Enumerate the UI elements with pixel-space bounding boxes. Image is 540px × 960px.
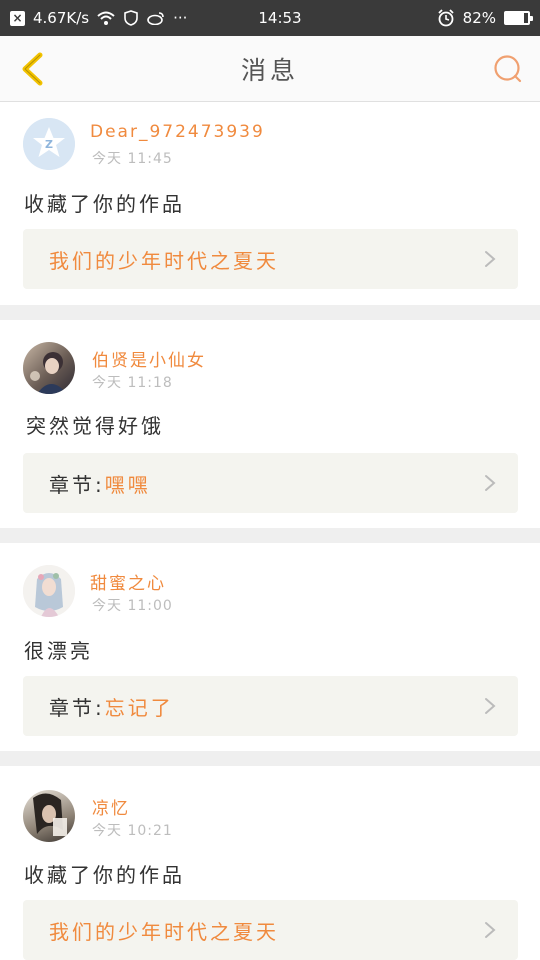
battery-icon	[504, 11, 533, 25]
status-bar: × 4.67K/s ··· 14:53 82%	[0, 0, 540, 36]
work-link[interactable]: 我们的少年时代之夏天	[23, 229, 518, 289]
avatar[interactable]	[23, 565, 75, 617]
avatar[interactable]	[23, 342, 75, 394]
status-right: 82%	[437, 9, 533, 27]
alarm-icon	[438, 9, 454, 27]
notification-close-icon: ×	[10, 10, 25, 26]
chevron-right-icon	[485, 922, 496, 938]
timestamp: 今天 11:00	[92, 598, 173, 614]
chevron-right-icon	[485, 251, 496, 267]
back-button[interactable]	[14, 50, 50, 88]
timestamp: 今天 11:45	[92, 151, 173, 167]
ref-prefix: 章节:	[49, 695, 105, 720]
chevron-right-icon	[485, 698, 496, 714]
user-avatar-image	[23, 565, 75, 617]
message-card: 凉忆 今天 10:21 收藏了你的作品 我们的少年时代之夏天	[0, 766, 540, 960]
battery-fill	[506, 13, 525, 23]
message-text: 很漂亮	[24, 639, 93, 663]
user-avatar-image	[33, 793, 67, 836]
weibo-icon	[147, 12, 164, 25]
timestamp: 今天 11:18	[92, 375, 173, 391]
ref-title: 我们的少年时代之夏天	[49, 919, 279, 944]
avatar[interactable]	[23, 790, 75, 842]
top-nav-bar: 消息	[0, 36, 540, 102]
username[interactable]: 伯贤是小仙女	[92, 346, 206, 371]
status-time: 14:53	[258, 9, 302, 27]
shield-icon	[124, 10, 138, 26]
message-text: 突然觉得好饿	[26, 414, 164, 438]
ref-title: 忘记了	[104, 695, 174, 720]
search-button[interactable]	[490, 50, 526, 88]
status-left: × 4.67K/s ···	[10, 9, 220, 27]
username[interactable]: 甜蜜之心	[90, 569, 166, 594]
wifi-icon	[97, 11, 115, 25]
message-card: 伯贤是小仙女 今天 11:18 突然觉得好饿 章节: 嘿嘿	[0, 320, 540, 528]
svg-text:Z: Z	[45, 138, 53, 151]
message-text: 收藏了你的作品	[24, 863, 185, 887]
chevron-right-icon	[485, 475, 496, 491]
ref-prefix: 章节:	[49, 472, 105, 497]
ref-title: 嘿嘿	[104, 472, 151, 497]
user-avatar-image	[30, 352, 67, 394]
message-card: Z Dear_972473939 今天 11:45 收藏了你的作品 我们的少年时…	[0, 102, 540, 305]
message-text: 收藏了你的作品	[24, 192, 185, 216]
page-title: 消息	[240, 55, 299, 85]
message-card: 甜蜜之心 今天 11:00 很漂亮 章节: 忘记了	[0, 543, 540, 751]
ref-title: 我们的少年时代之夏天	[49, 248, 279, 273]
network-speed: 4.67K/s	[33, 9, 90, 27]
timestamp: 今天 10:21	[92, 823, 173, 839]
default-avatar-icon: Z	[23, 118, 75, 170]
avatar[interactable]: Z	[23, 118, 75, 170]
back-arrow-icon	[22, 52, 43, 86]
search-icon	[494, 55, 522, 83]
more-dots-icon: ···	[173, 9, 188, 27]
work-link[interactable]: 我们的少年时代之夏天	[23, 900, 518, 960]
username[interactable]: Dear_972473939	[90, 122, 265, 142]
battery-percent: 82%	[462, 9, 496, 27]
username[interactable]: 凉忆	[92, 794, 130, 819]
chapter-link[interactable]: 章节: 嘿嘿	[23, 453, 518, 513]
chapter-link[interactable]: 章节: 忘记了	[23, 676, 518, 736]
